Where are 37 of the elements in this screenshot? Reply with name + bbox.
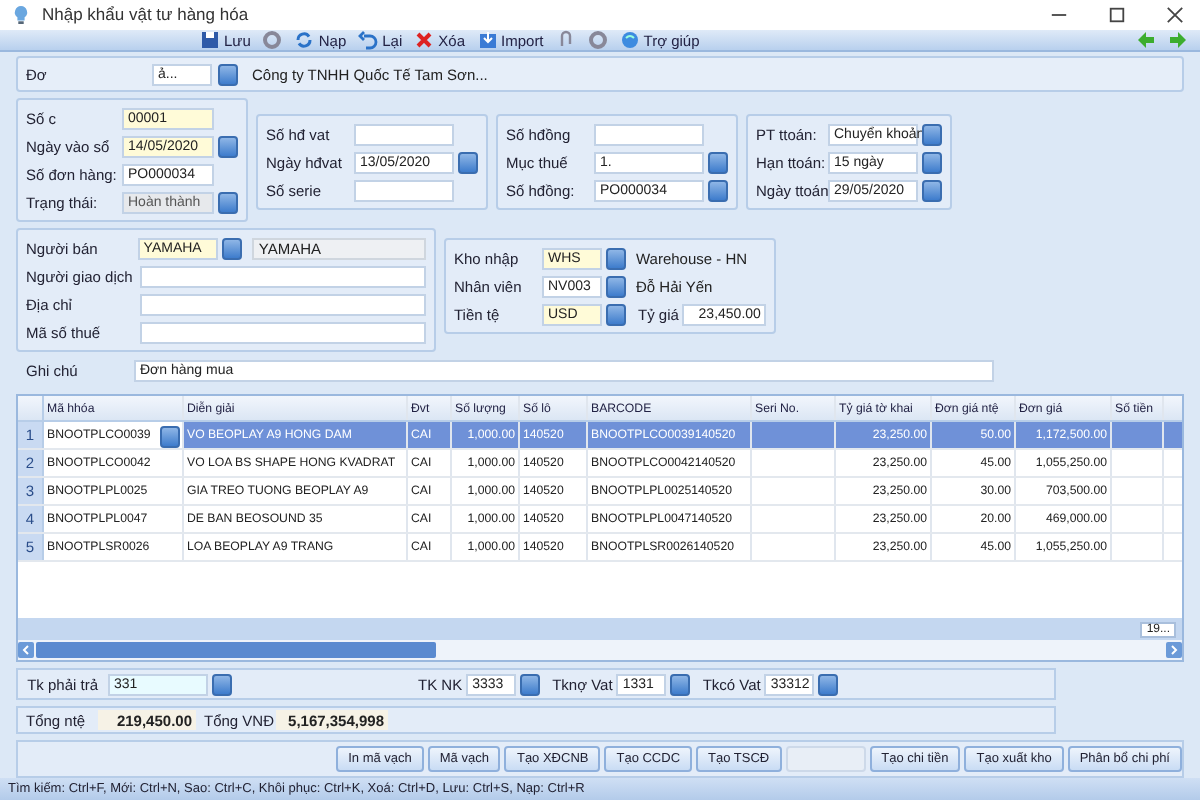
- dropdown-button[interactable]: [606, 303, 626, 326]
- scroll-left-icon[interactable]: [18, 642, 34, 659]
- input-field[interactable]: [140, 321, 426, 344]
- input-field[interactable]: [140, 265, 426, 288]
- dropdown-button[interactable]: [922, 151, 942, 174]
- dropdown-button[interactable]: [218, 63, 238, 86]
- dropdown-button[interactable]: [708, 179, 728, 202]
- input-field[interactable]: [354, 123, 454, 146]
- refresh-icon: [294, 30, 315, 50]
- dropdown-button[interactable]: [222, 237, 243, 260]
- input-field[interactable]: [594, 123, 704, 146]
- input-field[interactable]: [354, 179, 454, 202]
- dropdown-button[interactable]: [218, 191, 238, 214]
- dropdown-button[interactable]: [218, 135, 238, 158]
- dropdown-button[interactable]: [818, 673, 839, 696]
- dropdown-button[interactable]: [922, 123, 942, 146]
- dropdown-button[interactable]: [458, 151, 478, 174]
- app-icon: [12, 3, 30, 26]
- dropdown-button[interactable]: [520, 673, 541, 696]
- maximize-icon[interactable]: [1108, 5, 1126, 24]
- horizontal-scrollbar[interactable]: [18, 640, 1182, 661]
- dropdown-button[interactable]: [606, 275, 626, 298]
- previous-icon[interactable]: [1136, 30, 1156, 50]
- scroll-right-icon[interactable]: [1166, 642, 1182, 659]
- input-field[interactable]: [140, 293, 426, 316]
- window-title: Nhập khẩu vật tư hàng hóa: [42, 4, 249, 25]
- delete-icon: [414, 30, 435, 50]
- dropdown-button[interactable]: [922, 179, 942, 202]
- scrollbar-thumb[interactable]: [36, 642, 436, 659]
- help-icon: [619, 30, 640, 50]
- dropdown-button[interactable]: [212, 673, 232, 696]
- close-icon[interactable]: [1166, 5, 1184, 24]
- undo-icon: [358, 30, 379, 50]
- dropdown-button[interactable]: [160, 426, 180, 449]
- dropdown-button[interactable]: [606, 247, 626, 270]
- dropdown-button[interactable]: [670, 673, 691, 696]
- dropdown-button[interactable]: [708, 151, 728, 174]
